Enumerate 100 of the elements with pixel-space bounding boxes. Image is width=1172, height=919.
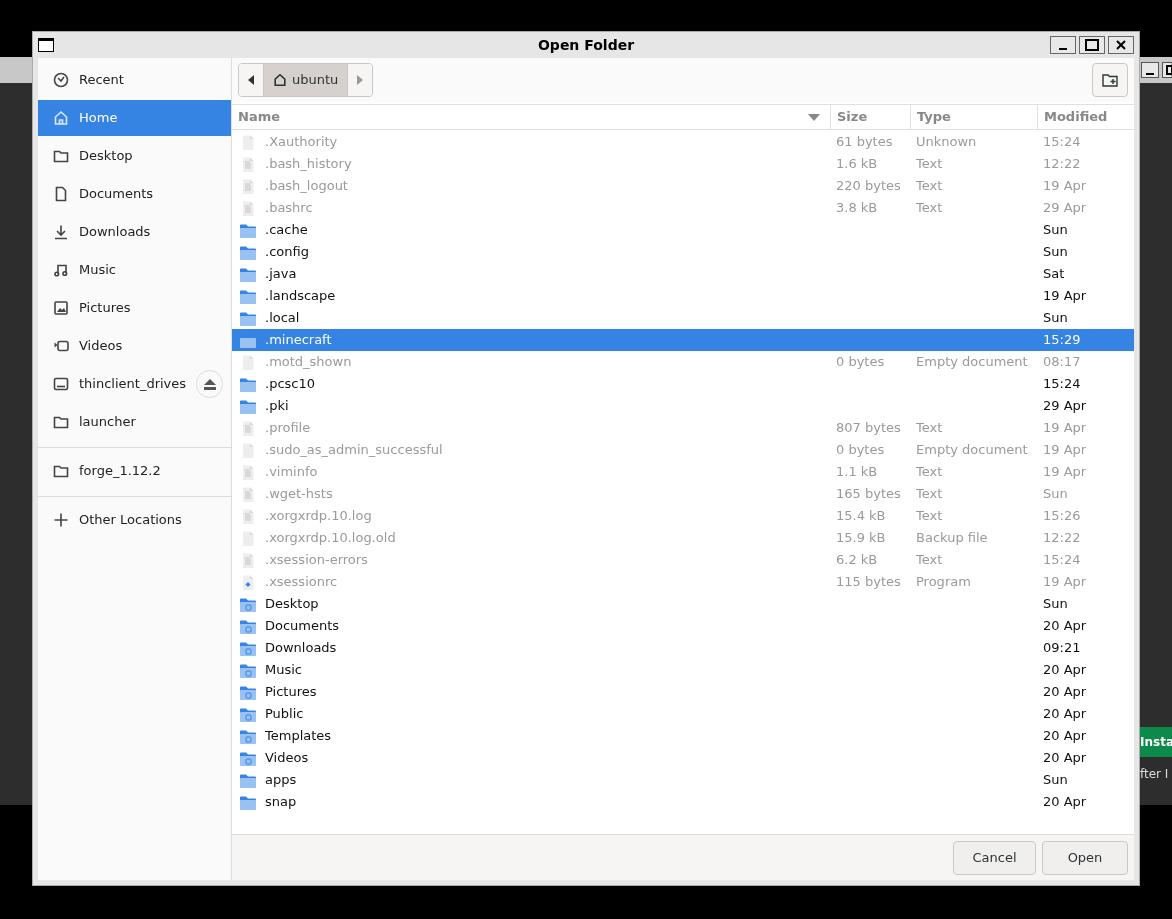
file-name: .wget-hsts xyxy=(265,485,333,504)
sidebar-item[interactable]: forge_1.12.2 xyxy=(38,453,231,489)
eject-button[interactable] xyxy=(196,370,223,398)
text-file-icon xyxy=(240,486,256,502)
file-row[interactable]: Public 20 Apr xyxy=(232,703,1134,725)
modified-date: 19 Apr xyxy=(1043,442,1087,458)
home-icon xyxy=(273,73,287,87)
file-row[interactable]: Templates 20 Apr xyxy=(232,725,1134,747)
file-name: Music xyxy=(265,661,302,680)
back-button[interactable] xyxy=(239,64,264,96)
minimize-icon[interactable] xyxy=(1050,36,1076,54)
maximize-icon[interactable] xyxy=(1162,62,1172,78)
modified-date: 20 Apr xyxy=(1043,662,1087,678)
script-file-icon xyxy=(240,574,256,590)
modified-date: Sun xyxy=(1043,244,1068,260)
sidebar-item[interactable]: Desktop xyxy=(38,138,231,174)
clock-icon xyxy=(53,72,69,88)
sidebar-item[interactable]: Documents xyxy=(38,176,231,212)
sidebar-item[interactable]: Recent xyxy=(38,62,231,98)
file-size: 165 bytes xyxy=(836,486,901,502)
file-row[interactable]: .local Sun xyxy=(232,307,1134,329)
file-row[interactable]: .landscape 19 Apr xyxy=(232,285,1134,307)
close-icon[interactable] xyxy=(1108,36,1134,54)
folder-icon xyxy=(240,376,256,392)
file-row[interactable]: snap 20 Apr xyxy=(232,791,1134,813)
folder-icon xyxy=(240,266,256,282)
file-icon xyxy=(240,134,256,150)
column-header[interactable]: Modified xyxy=(1037,105,1134,129)
file-row[interactable]: .pcsc10 15:24 xyxy=(232,373,1134,395)
window-icon[interactable] xyxy=(38,38,54,52)
folder-icon xyxy=(240,310,256,326)
column-header[interactable]: Type xyxy=(910,105,1037,129)
folder-icon xyxy=(240,794,256,810)
modified-date: 20 Apr xyxy=(1043,728,1087,744)
file-name: .xsession-errors xyxy=(265,551,368,570)
file-name: Desktop xyxy=(265,595,319,614)
file-name: .pki xyxy=(265,397,289,416)
sidebar-item[interactable]: Other Locations xyxy=(38,502,231,538)
file-name: .viminfo xyxy=(265,463,318,482)
sidebar-item[interactable]: Pictures xyxy=(38,290,231,326)
file-row[interactable]: .pki 29 Apr xyxy=(232,395,1134,417)
download-icon xyxy=(53,224,69,240)
file-row[interactable]: .minecraft 15:29 xyxy=(232,329,1134,351)
file-row[interactable]: Videos 20 Apr xyxy=(232,747,1134,769)
forward-button[interactable] xyxy=(347,64,373,96)
sidebar-item[interactable]: thinclient_drives xyxy=(38,366,231,402)
folder-icon xyxy=(240,288,256,304)
path-button[interactable]: ubuntu xyxy=(264,64,348,96)
file-size: 61 bytes xyxy=(836,134,893,150)
file-row[interactable]: Music 20 Apr xyxy=(232,659,1134,681)
file-row[interactable]: .cache Sun xyxy=(232,219,1134,241)
file-type: Text xyxy=(916,420,943,436)
text-file-icon xyxy=(240,156,256,172)
sidebar-item[interactable]: Music xyxy=(38,252,231,288)
column-header[interactable]: Size xyxy=(830,105,910,129)
file-name: snap xyxy=(265,793,297,812)
file-size: 3.8 kB xyxy=(836,200,878,216)
maximize-icon[interactable] xyxy=(1079,36,1105,54)
folder-icon xyxy=(240,398,256,414)
file-name: Downloads xyxy=(265,639,337,658)
file-name: .bash_logout xyxy=(265,177,348,196)
file-row[interactable]: apps Sun xyxy=(232,769,1134,791)
file-name: .minecraft xyxy=(265,331,332,350)
modified-date: Sun xyxy=(1043,222,1068,238)
sidebar-item[interactable]: Videos xyxy=(38,328,231,364)
drive-icon xyxy=(53,376,69,392)
picture-icon xyxy=(53,300,69,316)
file-name: Pictures xyxy=(265,683,317,702)
file-row[interactable]: Desktop Sun xyxy=(232,593,1134,615)
file-row[interactable]: Documents 20 Apr xyxy=(232,615,1134,637)
modified-date: Sun xyxy=(1043,596,1068,612)
text-file-icon xyxy=(240,200,256,216)
modified-date: 15:24 xyxy=(1043,376,1081,392)
file-type: Text xyxy=(916,200,943,216)
file-name: Public xyxy=(265,705,304,724)
new-folder-button[interactable] xyxy=(1092,63,1128,97)
file-size: 1.6 kB xyxy=(836,156,878,172)
file-name: .xorgxrdp.10.log xyxy=(265,507,372,526)
plus-icon xyxy=(53,512,69,528)
file-type: Text xyxy=(916,552,943,568)
folder-icon xyxy=(240,684,256,700)
file-row[interactable]: .config Sun xyxy=(232,241,1134,263)
modified-date: 15:24 xyxy=(1043,134,1081,150)
minimize-icon[interactable] xyxy=(1141,62,1159,78)
column-header[interactable]: Name xyxy=(232,105,830,129)
sidebar-item[interactable]: Home xyxy=(38,100,231,136)
cancel-button[interactable]: Cancel xyxy=(953,840,1036,875)
file-type: Text xyxy=(916,486,943,502)
video-camera-icon xyxy=(53,338,69,354)
text-file-icon xyxy=(240,420,256,436)
file-row[interactable]: Downloads 09:21 xyxy=(232,637,1134,659)
file-name: .landscape xyxy=(265,287,336,306)
file-type: Program xyxy=(916,574,971,590)
file-size: 15.9 kB xyxy=(836,530,886,546)
sidebar-item[interactable]: Downloads xyxy=(38,214,231,250)
file-row[interactable]: Pictures 20 Apr xyxy=(232,681,1134,703)
file-row[interactable]: .java Sat xyxy=(232,263,1134,285)
modified-date: 08:17 xyxy=(1043,354,1081,370)
sidebar-item[interactable]: launcher xyxy=(38,404,231,440)
open-button[interactable]: Open xyxy=(1042,840,1128,875)
